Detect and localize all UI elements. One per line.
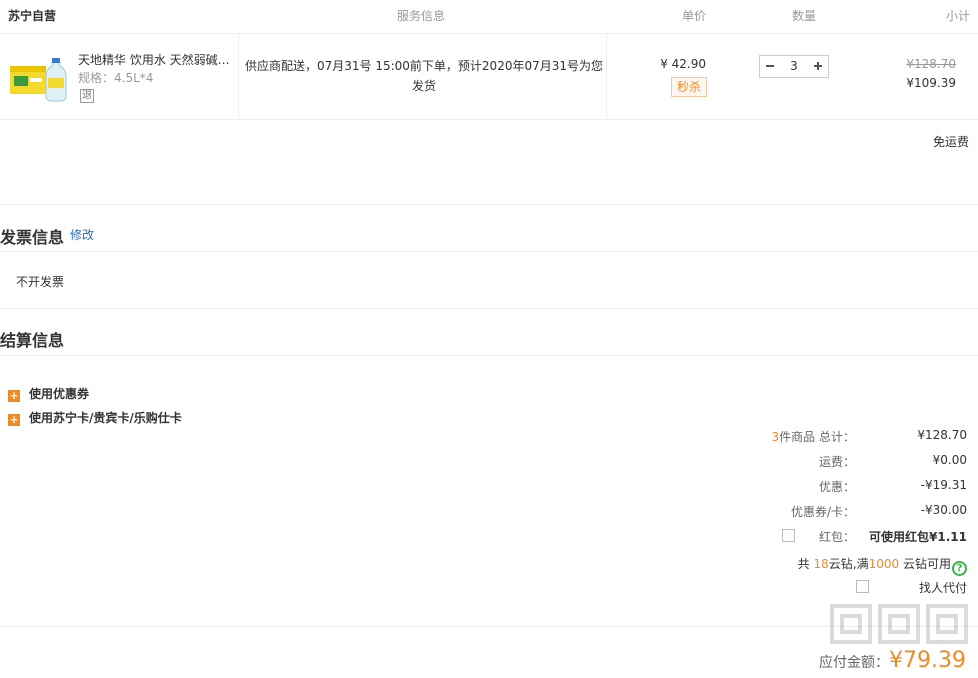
items-label: 件商品 总计： [779,430,855,444]
summary-freight: 运费： ¥0.00 [667,453,967,471]
help-question-icon[interactable]: ? [952,561,967,576]
return-badge: 退 [80,89,94,103]
coupon-label: 优惠券/卡： [790,505,855,519]
col-quantity-header: 数量 [792,9,817,23]
col-service-header: 服务信息 [397,9,446,23]
redpack-value: 可使用红包¥1.11 [869,530,967,544]
redpack-label: 红包： [818,530,855,544]
invoice-section-title: 发票信息 [0,228,65,247]
proxy-pay-checkbox[interactable] [856,580,869,593]
divider [0,251,978,252]
yunzuan-pre: 共 [797,557,810,571]
plus-icon [814,62,822,70]
items-total-value: ¥128.70 [917,428,967,442]
store-name: 苏宁自营 [8,9,57,23]
column-divider [606,34,607,120]
divider [0,204,978,205]
original-subtotal: ¥128.70 [906,57,956,71]
quantity-minus-button[interactable] [760,56,780,77]
yunzuan-count: 18 [813,557,829,571]
flash-sale-badge: 秒杀 [671,77,707,97]
delivery-service-info: 供应商配送，07月31号 15:00前下单，预计2020年07月31号为您发货 [244,59,603,93]
yunzuan-threshold: 1000 [868,557,900,571]
quantity-plus-button[interactable] [808,56,828,77]
product-spec: 规格：4.5L*4 [78,71,154,85]
quantity-stepper: 3 [759,55,829,78]
yunzuan-post: 云钻可用 [902,557,951,571]
coupon-value: -¥30.00 [920,503,967,517]
expand-plus-icon: + [8,389,20,402]
use-coupon-label: 使用优惠券 [29,387,90,401]
summary-items-total: 3件商品 总计： ¥128.70 [667,428,967,446]
proxy-pay-row: 找人代付 [667,579,967,597]
expand-plus-icon: + [8,413,20,426]
column-divider [238,34,239,120]
item-subtotal: ¥109.39 [906,76,956,90]
use-card-label: 使用苏宁卡/贵宾卡/乐购仕卡 [29,411,182,425]
yunzuan-mid: 云钻,满 [828,557,869,571]
cart-table-header: 苏宁自营 服务信息 单价 数量 小计 [0,0,978,34]
proxy-pay-label[interactable]: 找人代付 [919,579,967,596]
use-card-toggle[interactable]: + 使用苏宁卡/贵宾卡/乐购仕卡 [8,409,182,426]
unit-price: ¥ 42.90 [660,57,706,71]
col-subtotal-header: 小计 [945,9,970,23]
yunzuan-info: 共 18云钻,满1000 云钻可用? [667,555,967,576]
summary-redpack: 红包： 可使用红包¥1.11 [667,528,967,546]
summary-discount: 优惠： -¥19.31 [667,478,967,496]
quantity-input[interactable]: 3 [780,56,808,77]
product-thumbnail[interactable] [8,50,68,104]
shipping-note: 免运费 [932,135,969,149]
product-row: 天地精华 饮用水 天然弱碱… 规格：4.5L*4 退 供应商配送，07月31号 … [0,34,978,120]
settlement-section-title: 结算信息 [0,331,65,350]
watermark-logo [830,604,968,644]
minus-icon [766,65,774,67]
summary-coupon: 优惠券/卡： -¥30.00 [667,503,967,521]
divider [0,355,978,356]
invoice-value: 不开发票 [16,275,65,289]
invoice-edit-link[interactable]: 修改 [70,226,94,243]
freight-value: ¥0.00 [932,453,967,467]
col-price-header: 单价 [682,9,707,23]
discount-label: 优惠： [818,480,855,494]
divider [0,308,978,309]
discount-value: -¥19.31 [920,478,967,492]
redpack-checkbox[interactable] [782,529,795,542]
use-coupon-toggle[interactable]: + 使用优惠券 [8,385,89,402]
freight-label: 运费： [818,455,855,469]
product-name-link[interactable]: 天地精华 饮用水 天然弱碱… [78,51,230,68]
